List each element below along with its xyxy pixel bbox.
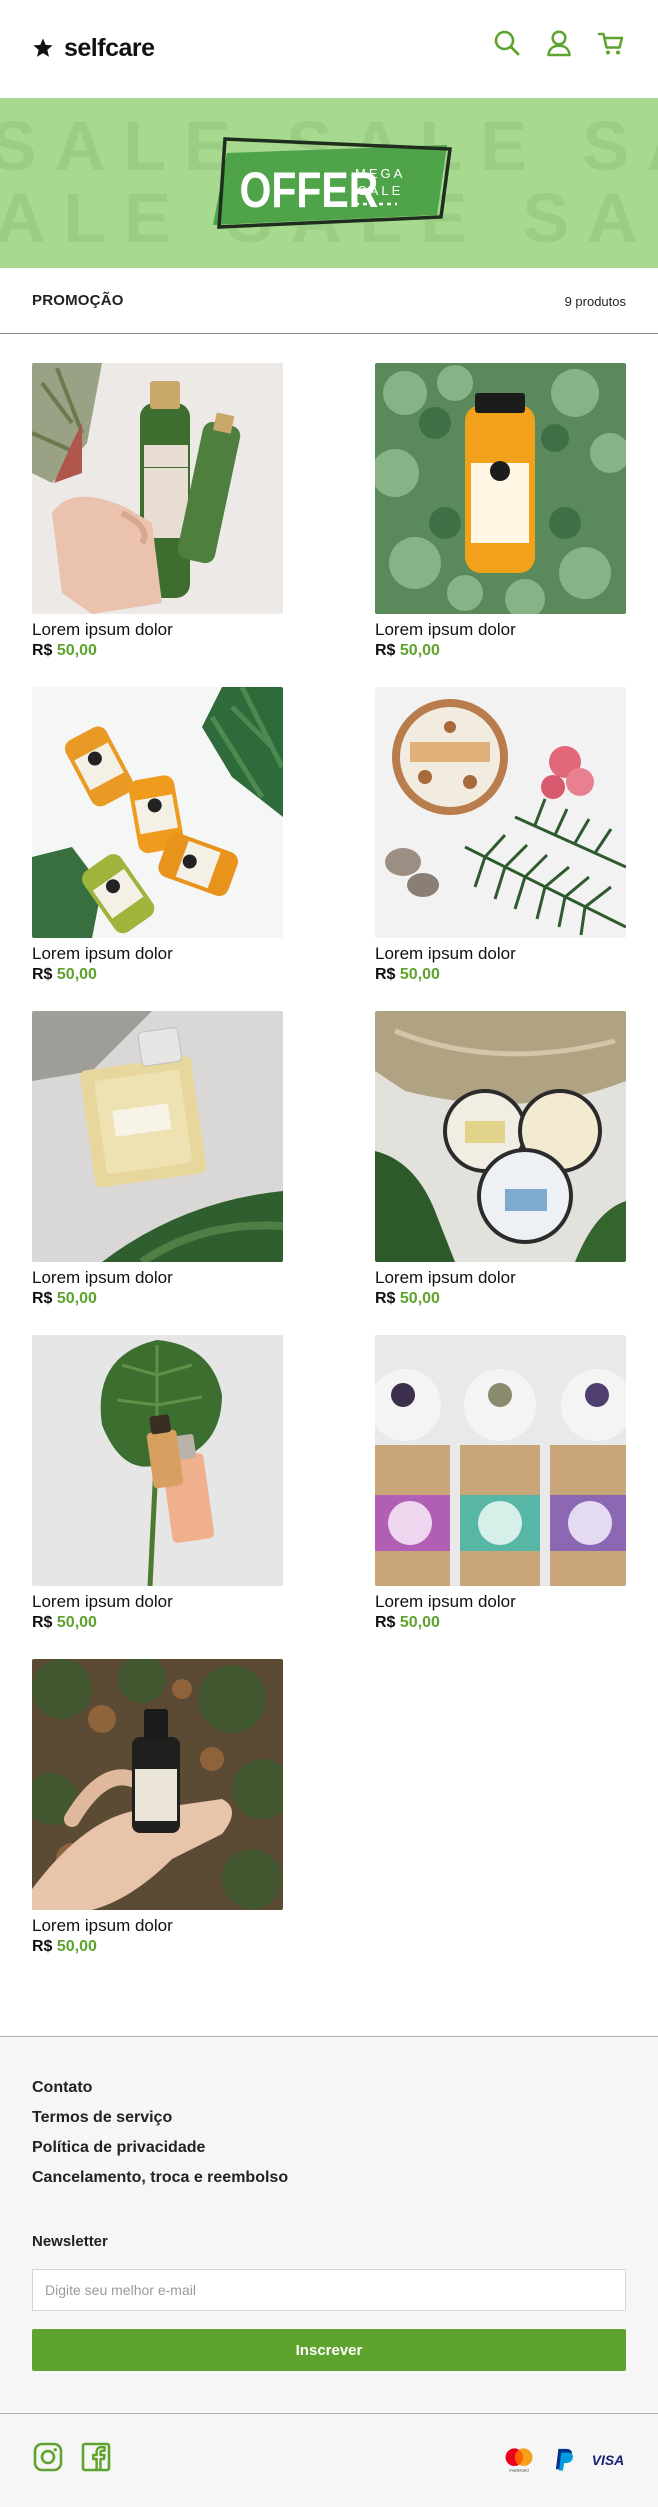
product-name[interactable]: Lorem ipsum dolor (32, 1267, 283, 1289)
footer-link-termos[interactable]: Termos de serviço (32, 2103, 288, 2133)
product-price: R$ 50,00 (32, 1290, 97, 1307)
footer-link-cancelamento[interactable]: Cancelamento, troca e reembolso (32, 2163, 288, 2193)
collection-title: PROMOÇÃO (32, 292, 124, 309)
product-image[interactable] (375, 687, 626, 938)
newsletter-title: Newsletter (32, 2233, 108, 2250)
product-price: R$ 50,00 (32, 642, 97, 659)
payment-methods: mastercard VISA (500, 2447, 626, 2473)
footer-link-contato[interactable]: Contato (32, 2073, 288, 2103)
product-image[interactable] (375, 363, 626, 614)
product-card[interactable]: Lorem ipsum dolor R$ 50,00 (32, 1011, 283, 1309)
header-actions (492, 28, 626, 58)
visa-icon: VISA (592, 2452, 624, 2468)
product-price: R$ 50,00 (32, 1938, 97, 1955)
product-name[interactable]: Lorem ipsum dolor (32, 1915, 283, 1937)
product-price: R$ 50,00 (32, 1614, 97, 1631)
product-image[interactable] (375, 1011, 626, 1262)
product-image[interactable] (375, 1335, 626, 1586)
product-image[interactable] (32, 1011, 283, 1262)
product-image[interactable] (32, 687, 283, 938)
footer-link-privacidade[interactable]: Política de privacidade (32, 2133, 288, 2163)
brand-logo[interactable]: selfcare (32, 30, 155, 66)
mega-text: MEGA (355, 166, 405, 181)
product-card[interactable]: Lorem ipsum dolor R$ 50,00 (32, 687, 283, 985)
product-price: R$ 50,00 (375, 1614, 440, 1631)
svg-text:VISA: VISA (592, 2452, 624, 2468)
product-card[interactable]: Lorem ipsum dolor R$ 50,00 (32, 363, 283, 661)
search-icon[interactable] (492, 28, 522, 58)
product-name[interactable]: Lorem ipsum dolor (32, 943, 283, 965)
star-icon (33, 38, 53, 57)
subscribe-button[interactable]: Inscrever (32, 2329, 626, 2371)
social-links (32, 2441, 112, 2473)
user-icon[interactable] (544, 28, 574, 58)
product-price: R$ 50,00 (375, 642, 440, 659)
promo-banner[interactable]: SALE SALE SALE SALE SALE SALE SALE SALE … (0, 98, 658, 268)
product-count: 9 produtos (564, 294, 626, 309)
product-price: R$ 50,00 (32, 966, 97, 983)
product-image[interactable] (32, 1659, 283, 1910)
newsletter-email-input[interactable] (32, 2269, 626, 2311)
facebook-icon[interactable] (80, 2441, 112, 2473)
product-image[interactable] (32, 1335, 283, 1586)
product-card[interactable]: Lorem ipsum dolor R$ 50,00 (375, 363, 626, 661)
product-name[interactable]: Lorem ipsum dolor (375, 943, 626, 965)
product-card[interactable]: Lorem ipsum dolor R$ 50,00 (32, 1659, 283, 1957)
paypal-icon (555, 2448, 573, 2471)
product-card[interactable]: Lorem ipsum dolor R$ 50,00 (375, 687, 626, 985)
collection-header: PROMOÇÃO 9 produtos (0, 268, 658, 334)
product-name[interactable]: Lorem ipsum dolor (375, 1267, 626, 1289)
sale-text: SALE (358, 183, 403, 198)
footer-divider (0, 2413, 658, 2414)
product-price: R$ 50,00 (375, 1290, 440, 1307)
site-header: selfcare (0, 0, 658, 98)
mastercard-icon: mastercard (505, 2448, 533, 2473)
product-price: R$ 50,00 (375, 966, 440, 983)
product-card[interactable]: Lorem ipsum dolor R$ 50,00 (375, 1335, 626, 1633)
svg-text:mastercard: mastercard (509, 2468, 528, 2473)
product-name[interactable]: Lorem ipsum dolor (375, 1591, 626, 1613)
product-card[interactable]: Lorem ipsum dolor R$ 50,00 (32, 1335, 283, 1633)
product-image[interactable] (32, 363, 283, 614)
product-name[interactable]: Lorem ipsum dolor (375, 619, 626, 641)
cart-icon[interactable] (596, 28, 626, 58)
brand-name: selfcare (64, 33, 155, 62)
product-name[interactable]: Lorem ipsum dolor (32, 619, 283, 641)
offer-badge: OFFER MEGA SALE (213, 137, 452, 229)
site-footer: Contato Termos de serviço Política de pr… (0, 2036, 658, 2507)
footer-links: Contato Termos de serviço Política de pr… (32, 2073, 288, 2193)
instagram-icon[interactable] (32, 2441, 64, 2473)
product-card[interactable]: Lorem ipsum dolor R$ 50,00 (375, 1011, 626, 1309)
product-name[interactable]: Lorem ipsum dolor (32, 1591, 283, 1613)
